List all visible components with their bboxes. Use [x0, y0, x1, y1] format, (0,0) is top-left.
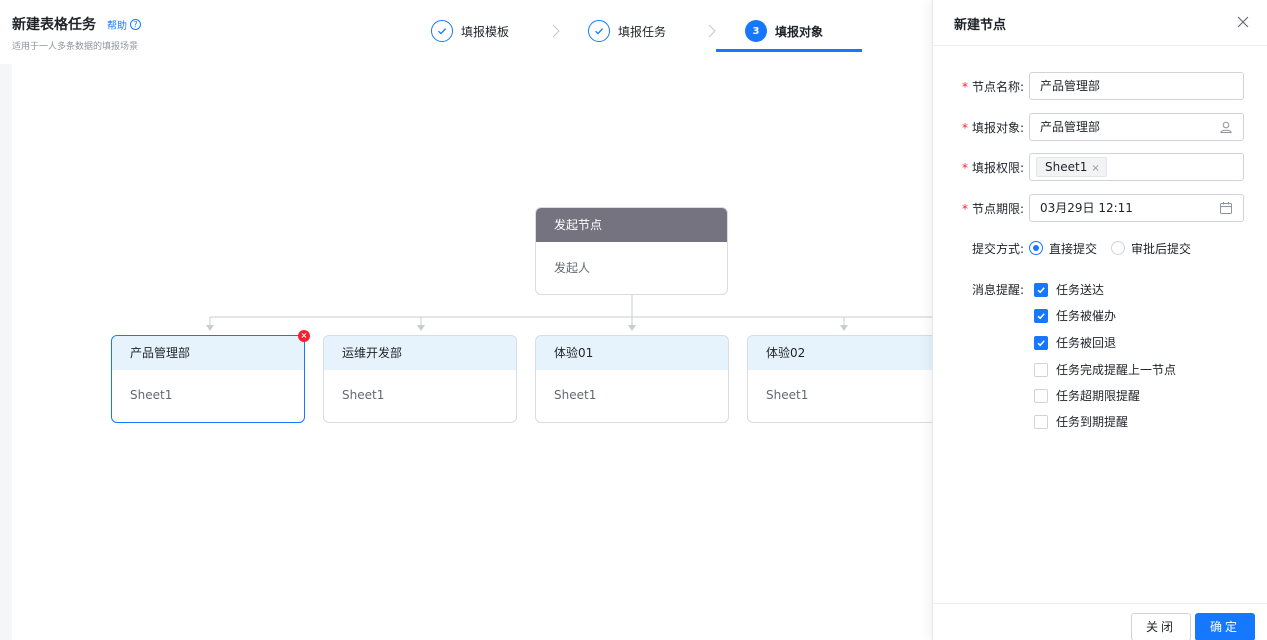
radio-checked-icon[interactable] [1029, 241, 1043, 255]
chevron-right-icon [708, 24, 716, 38]
chevron-right-icon [552, 24, 560, 38]
step-target[interactable]: 3 填报对象 [745, 20, 823, 42]
reminder-returned[interactable]: 任务被回退 [1034, 334, 1116, 351]
permission-row: * 填报权限: Sheet1 × [933, 153, 1267, 181]
checkbox-checked-icon[interactable] [1034, 282, 1048, 297]
tag-close-icon[interactable]: × [1091, 163, 1099, 174]
checkbox-checked-icon[interactable] [1034, 335, 1048, 350]
radio-label: 审批后提交 [1131, 241, 1192, 256]
checkbox-unchecked-icon[interactable] [1034, 362, 1048, 377]
flow-canvas[interactable]: 发起节点 发起人 产品管理部 Sheet1 × 运维开发部 Sheet1 体验0… [12, 64, 941, 640]
user-icon[interactable] [1219, 120, 1233, 134]
fill-target-row: * 填报对象: 产品管理部 [933, 113, 1267, 141]
flow-node-exp02[interactable]: 体验02 Sheet1 [747, 335, 941, 423]
active-step-indicator [716, 49, 862, 52]
submit-mode-label: 提交方式: [971, 241, 1024, 256]
radio-direct-submit[interactable]: 直接提交 [1029, 240, 1097, 257]
confirm-button[interactable]: 确定 [1194, 613, 1255, 640]
drawer-footer: 关闭 确定 [933, 603, 1267, 640]
checkbox-label: 任务送达 [1056, 283, 1105, 297]
required-mark: * [961, 79, 968, 94]
required-mark: * [961, 201, 968, 216]
checkbox-label: 任务超期限提醒 [1056, 389, 1141, 403]
close-icon[interactable] [1235, 14, 1251, 30]
node-title: 发起节点 [536, 208, 727, 242]
permission-label: * 填报权限: [961, 160, 1024, 175]
reminder-notify-previous[interactable]: 任务完成提醒上一节点 [1034, 361, 1176, 378]
page-subtitle: 适用于一人多条数据的填报场景 [12, 42, 139, 52]
flow-node-ops[interactable]: 运维开发部 Sheet1 [323, 335, 517, 423]
page-title: 新建表格任务 [12, 17, 96, 33]
reminder-urged[interactable]: 任务被催办 [1034, 307, 1116, 324]
deadline-row: * 节点期限: 03月29日 12:11 [933, 194, 1267, 222]
reminder-overdue[interactable]: 任务超期限提醒 [1034, 387, 1140, 404]
node-body: Sheet1 [342, 388, 385, 402]
permission-tag: Sheet1 × [1036, 157, 1107, 177]
node-name-input[interactable]: 产品管理部 [1029, 72, 1244, 100]
checkbox-label: 任务完成提醒上一节点 [1056, 363, 1177, 377]
permission-select[interactable]: Sheet1 × [1029, 153, 1244, 181]
step-number: 3 [745, 20, 767, 42]
required-mark: * [961, 120, 968, 135]
node-title: 体验01 [536, 336, 728, 370]
reminder-due[interactable]: 任务到期提醒 [1034, 413, 1128, 430]
checkbox-unchecked-icon[interactable] [1034, 388, 1048, 403]
tag-label: Sheet1 [1045, 160, 1088, 174]
reminders-label: 消息提醒: [971, 282, 1024, 297]
node-name-row: * 节点名称: 产品管理部 [933, 72, 1267, 100]
step-label: 填报对象 [775, 24, 824, 39]
checkbox-checked-icon[interactable] [1034, 308, 1048, 323]
deadline-picker[interactable]: 03月29日 12:11 [1029, 194, 1244, 222]
help-label[interactable]: 帮助 [107, 17, 127, 32]
help-link[interactable]: 帮助 ? [107, 17, 141, 32]
radio-approval-submit[interactable]: 审批后提交 [1111, 240, 1191, 257]
fill-target-label: * 填报对象: [961, 120, 1024, 135]
required-mark: * [961, 160, 968, 175]
fill-target-value: 产品管理部 [1040, 120, 1101, 134]
radio-unchecked-icon[interactable] [1111, 241, 1126, 255]
node-body: Sheet1 [130, 388, 173, 402]
fill-target-select[interactable]: 产品管理部 [1029, 113, 1244, 141]
flow-node-product[interactable]: 产品管理部 Sheet1 × [111, 330, 310, 423]
node-title: 体验02 [748, 336, 940, 370]
new-node-drawer: 新建节点 * 节点名称: 产品管理部 * 填报对象: 产品管理部 * 填报权限: Sh… [932, 0, 1267, 640]
reminder-delivered[interactable]: 任务送达 [1034, 281, 1104, 298]
submit-mode-radio-group: 直接提交 审批后提交 [1029, 240, 1205, 257]
start-node[interactable]: 发起节点 发起人 [535, 207, 728, 295]
checkbox-label: 任务被回退 [1056, 336, 1117, 350]
drawer-title: 新建节点 [954, 18, 1007, 33]
node-name-label: * 节点名称: [961, 79, 1024, 94]
step-template[interactable]: 填报模板 [431, 20, 509, 42]
node-body: Sheet1 [554, 388, 597, 402]
calendar-icon[interactable] [1219, 201, 1233, 215]
check-circle-icon [431, 20, 453, 42]
checkbox-label: 任务被催办 [1056, 309, 1117, 323]
step-label: 填报任务 [618, 24, 667, 39]
deadline-label: * 节点期限: [961, 201, 1024, 216]
flow-node-exp01[interactable]: 体验01 Sheet1 [535, 335, 729, 423]
close-button[interactable]: 关闭 [1130, 613, 1191, 640]
node-body: Sheet1 [766, 388, 809, 402]
step-label: 填报模板 [461, 24, 510, 39]
node-title: 产品管理部 [112, 336, 304, 370]
node-title: 运维开发部 [324, 336, 516, 370]
submit-mode-row: 提交方式: 直接提交 审批后提交 [933, 240, 1267, 256]
delete-node-icon[interactable]: × [298, 330, 310, 342]
checkbox-label: 任务到期提醒 [1056, 415, 1129, 429]
drawer-header: 新建节点 [933, 0, 1267, 46]
help-icon[interactable]: ? [130, 19, 141, 30]
node-body: 发起人 [554, 261, 591, 275]
radio-label: 直接提交 [1049, 241, 1098, 256]
deadline-value: 03月29日 12:11 [1040, 201, 1133, 215]
check-circle-icon [588, 20, 610, 42]
checkbox-unchecked-icon[interactable] [1034, 414, 1048, 429]
step-task[interactable]: 填报任务 [588, 20, 666, 42]
